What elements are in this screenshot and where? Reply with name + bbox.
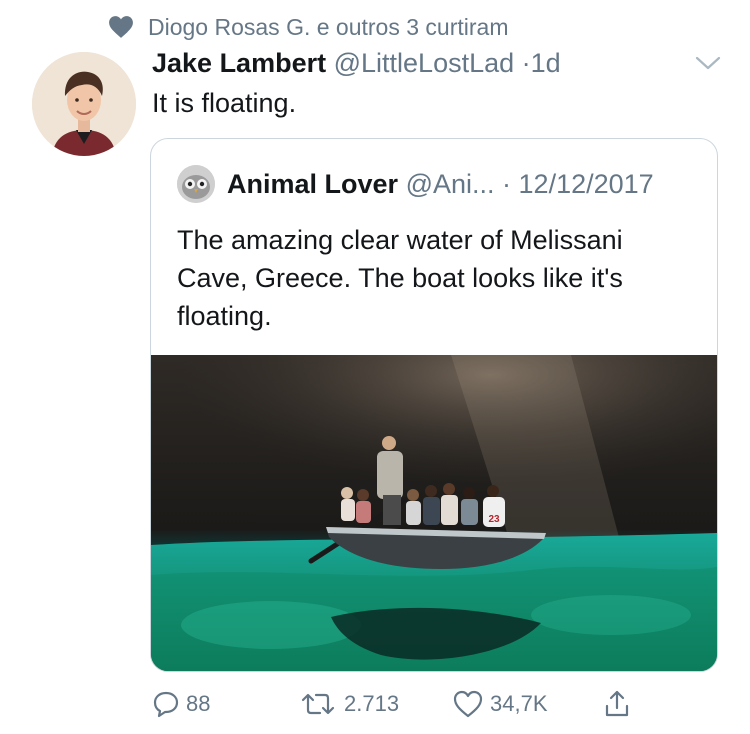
like-count: 34,7K — [490, 691, 548, 716]
retweet-button[interactable]: 2.713 — [298, 684, 399, 724]
like-button[interactable]: 34,7K — [452, 684, 548, 724]
jersey-number: 23 — [488, 514, 500, 525]
author-name[interactable]: Jake Lambert — [152, 48, 326, 78]
quoted-header: Animal Lover @Ani... · 12/12/2017 — [227, 169, 654, 200]
quoted-author-handle: @Ani... — [405, 169, 495, 199]
share-button[interactable] — [602, 684, 632, 724]
quoted-text: The amazing clear water of Melissani Cav… — [177, 225, 623, 331]
header-separator: · — [521, 48, 531, 78]
action-bar: 88 2.713 34,7K — [152, 684, 652, 728]
reply-count: 88 — [186, 691, 211, 716]
owl-avatar-icon — [177, 165, 215, 203]
avatar[interactable] — [32, 52, 136, 156]
quoted-date: 12/12/2017 — [518, 169, 654, 199]
avatar-image — [32, 52, 136, 156]
heart-outline-icon — [453, 690, 483, 718]
retweet-count: 2.713 — [344, 691, 400, 716]
reply-button[interactable]: 88 — [152, 684, 210, 724]
tweet-text: It is floating. — [152, 88, 297, 118]
heart-icon — [109, 16, 133, 38]
social-context: Diogo Rosas G. e outros 3 curtiram — [108, 12, 508, 42]
social-context-text[interactable]: Diogo Rosas G. e outros 3 curtiram — [148, 14, 508, 41]
quoted-avatar — [177, 165, 215, 203]
quoted-separator: · — [502, 169, 512, 199]
quoted-tweet-card[interactable]: Animal Lover @Ani... · 12/12/2017 The am… — [150, 138, 718, 672]
retweet-icon — [301, 693, 335, 715]
share-icon — [605, 690, 629, 717]
tweet-header: Jake Lambert @LittleLostLad ·1d — [152, 48, 561, 79]
reply-icon — [153, 691, 179, 718]
author-handle[interactable]: @LittleLostLad — [334, 48, 515, 78]
cave-boat-photo[interactable]: 23 — [151, 355, 717, 671]
chevron-down-icon[interactable] — [694, 54, 722, 72]
quoted-author-name: Animal Lover — [227, 169, 399, 199]
tweet-time[interactable]: 1d — [531, 48, 561, 78]
